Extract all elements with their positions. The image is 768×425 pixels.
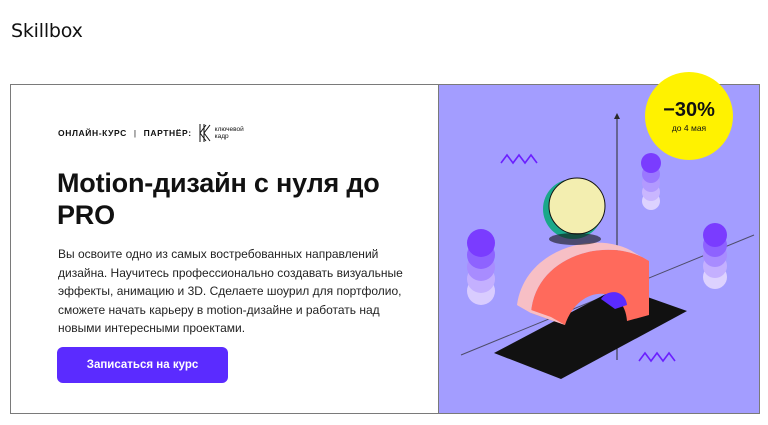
course-title: Motion-дизайн с нуля до PRO	[57, 168, 380, 230]
course-type-label: ОНЛАЙН-КУРС	[58, 128, 127, 138]
partner-name: ключевой кадр	[214, 126, 244, 140]
meta-separator: |	[133, 128, 137, 138]
key-frame-icon	[199, 124, 211, 142]
partner-label: ПАРТНЁР:	[143, 128, 192, 138]
discount-value: −30%	[663, 99, 715, 121]
course-banner: ОНЛАЙН-КУРС | ПАРТНЁР: ключевой кадр Mot…	[10, 84, 760, 414]
partner-logo: ключевой кадр	[198, 122, 255, 144]
discount-until: до 4 мая	[671, 123, 707, 133]
enroll-button[interactable]: Записаться на курс	[57, 347, 228, 383]
banner-info: ОНЛАЙН-КУРС | ПАРТНЁР: ключевой кадр Mot…	[11, 85, 438, 413]
course-description: Вы освоите одно из самых востребованных …	[58, 247, 403, 336]
skillbox-logo[interactable]: Skillbox	[11, 20, 83, 42]
course-meta: ОНЛАЙН-КУРС | ПАРТНЁР: ключевой кадр	[58, 122, 255, 144]
discount-badge: −30% до 4 мая	[645, 72, 733, 160]
